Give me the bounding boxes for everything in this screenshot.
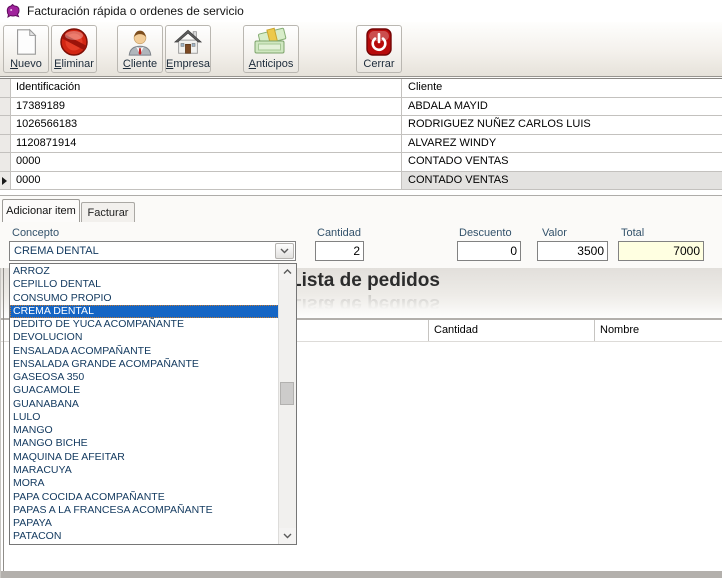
dropdown-item[interactable]: LULO bbox=[10, 411, 279, 424]
new-document-icon bbox=[4, 26, 48, 58]
current-row-icon bbox=[0, 98, 11, 116]
dropdown-item[interactable]: GUANABANA bbox=[10, 398, 279, 411]
dropdown-item[interactable]: DEVOLUCION bbox=[10, 331, 279, 344]
dropdown-item[interactable]: PATACON bbox=[10, 530, 279, 543]
client-row[interactable]: 0000 CONTADO VENTAS bbox=[0, 153, 722, 172]
current-row-icon bbox=[0, 153, 11, 171]
dropdown-item[interactable]: CREMA DENTAL bbox=[10, 305, 279, 318]
pedidos-banner-reflection: Lista de pedidos bbox=[290, 293, 440, 315]
combobox-dropdown-button[interactable] bbox=[275, 243, 294, 259]
current-row-icon bbox=[0, 116, 11, 134]
dropdown-item[interactable]: CEPILLO DENTAL bbox=[10, 278, 279, 291]
dropdown-item[interactable]: MANGO bbox=[10, 424, 279, 437]
dropdown-item[interactable]: DEDITO DE YUCA ACOMPAÑANTE bbox=[10, 318, 279, 331]
concepto-combobox[interactable]: CREMA DENTAL bbox=[9, 241, 296, 261]
client-icon bbox=[118, 26, 162, 58]
dropdown-item[interactable]: ENSALADA GRANDE ACOMPAÑANTE bbox=[10, 358, 279, 371]
descuento-label: Descuento bbox=[459, 227, 512, 239]
client-row[interactable]: 17389189 ABDALA MAYID bbox=[0, 98, 722, 117]
valor-label: Valor bbox=[542, 227, 567, 239]
dropdown-item[interactable]: MORA bbox=[10, 477, 279, 490]
dropdown-item[interactable]: MANGO BICHE bbox=[10, 437, 279, 450]
chevron-down-icon bbox=[280, 248, 289, 254]
clients-grid-body: 17389189 ABDALA MAYID 1026566183 RODRIGU… bbox=[0, 98, 722, 191]
toolbar: Nuevo Eliminar bbox=[0, 22, 722, 77]
dropdown-scrollbar[interactable] bbox=[278, 264, 296, 544]
app-window: Facturación rápida o ordenes de servicio… bbox=[0, 0, 722, 578]
client-id-cell: 17389189 bbox=[11, 98, 402, 116]
delete-icon bbox=[52, 26, 96, 58]
client-row[interactable]: 0000 CONTADO VENTAS bbox=[0, 172, 722, 191]
dropdown-item[interactable]: ENSALADA ACOMPAÑANTE bbox=[10, 345, 279, 358]
concepto-label: Concepto bbox=[12, 227, 59, 239]
chevron-down-icon bbox=[283, 533, 292, 539]
clients-grid: Identificación Cliente 17389189 ABDALA M… bbox=[0, 78, 722, 196]
nuevo-button[interactable]: Nuevo bbox=[3, 25, 49, 73]
pedidos-banner-title: Lista de pedidos bbox=[290, 270, 440, 292]
pedidos-column-nombre: Nombre bbox=[594, 320, 722, 341]
dropdown-item[interactable]: GUACAMOLE bbox=[10, 384, 279, 397]
current-row-icon bbox=[0, 172, 11, 190]
scroll-down-button[interactable] bbox=[279, 528, 296, 544]
dropdown-item[interactable]: PAPA COCIDA ACOMPAÑANTE bbox=[10, 491, 279, 504]
dropdown-item[interactable]: GASEOSA 350 bbox=[10, 371, 279, 384]
total-label: Total bbox=[621, 227, 644, 239]
cantidad-field[interactable] bbox=[315, 241, 364, 261]
tab-adicionar-item[interactable]: Adicionar item bbox=[2, 199, 80, 222]
power-icon bbox=[357, 26, 401, 58]
client-name-cell: CONTADO VENTAS bbox=[402, 153, 722, 171]
cliente-button[interactable]: Cliente bbox=[117, 25, 163, 73]
scroll-up-button[interactable] bbox=[279, 264, 296, 280]
client-id-cell: 0000 bbox=[11, 172, 402, 190]
client-id-cell: 1120871914 bbox=[11, 135, 402, 153]
panel-left-edge bbox=[3, 268, 4, 572]
clients-grid-header: Identificación Cliente bbox=[0, 79, 722, 98]
client-name-cell: CONTADO VENTAS bbox=[402, 172, 722, 190]
current-row-icon bbox=[0, 135, 11, 153]
empresa-button[interactable]: Empresa bbox=[165, 25, 211, 73]
valor-field[interactable] bbox=[537, 241, 608, 261]
tab-facturar[interactable]: Facturar bbox=[81, 202, 135, 222]
dropdown-item[interactable]: PAPAYA bbox=[10, 517, 279, 530]
panel-bottom-edge bbox=[1, 571, 722, 578]
pedidos-column-cantidad: Cantidad bbox=[428, 320, 594, 341]
anticipos-button[interactable]: Anticipos bbox=[243, 25, 299, 73]
client-name-cell: ALVAREZ WINDY bbox=[402, 135, 722, 153]
cerrar-button[interactable]: Cerrar bbox=[356, 25, 402, 73]
dropdown-item[interactable]: MARACUYA bbox=[10, 464, 279, 477]
total-field[interactable] bbox=[618, 241, 704, 261]
dropdown-item[interactable]: ARROZ bbox=[10, 265, 279, 278]
client-row[interactable]: 1120871914 ALVAREZ WINDY bbox=[0, 135, 722, 154]
chevron-up-icon bbox=[283, 269, 292, 275]
concepto-value: CREMA DENTAL bbox=[14, 245, 99, 257]
client-id-cell: 0000 bbox=[11, 153, 402, 171]
cantidad-label: Cantidad bbox=[317, 227, 361, 239]
client-name-cell: RODRIGUEZ NUÑEZ CARLOS LUIS bbox=[402, 116, 722, 134]
dropdown-item[interactable]: MAQUINA DE AFEITAR bbox=[10, 451, 279, 464]
window-title: Facturación rápida o ordenes de servicio bbox=[27, 4, 244, 18]
column-header-cliente: Cliente bbox=[402, 79, 722, 97]
row-indicator-header bbox=[0, 79, 11, 97]
money-icon bbox=[244, 26, 298, 58]
client-row[interactable]: 1026566183 RODRIGUEZ NUÑEZ CARLOS LUIS bbox=[0, 116, 722, 135]
scrollbar-thumb[interactable] bbox=[280, 382, 294, 405]
column-header-identificacion: Identificación bbox=[11, 79, 402, 97]
dropdown-item[interactable]: PAPAS A LA FRANCESA ACOMPAÑANTE bbox=[10, 504, 279, 517]
concepto-dropdown-list: ARROZ CEPILLO DENTAL CONSUMO PROPIO CREM… bbox=[9, 263, 297, 545]
eliminar-button[interactable]: Eliminar bbox=[51, 25, 97, 73]
descuento-field[interactable] bbox=[457, 241, 521, 261]
app-icon bbox=[5, 3, 21, 19]
dropdown-items: ARROZ CEPILLO DENTAL CONSUMO PROPIO CREM… bbox=[10, 265, 279, 543]
client-name-cell: ABDALA MAYID bbox=[402, 98, 722, 116]
client-id-cell: 1026566183 bbox=[11, 116, 402, 134]
title-bar: Facturación rápida o ordenes de servicio bbox=[0, 0, 722, 22]
company-icon bbox=[166, 26, 210, 58]
dropdown-item[interactable]: CONSUMO PROPIO bbox=[10, 292, 279, 305]
